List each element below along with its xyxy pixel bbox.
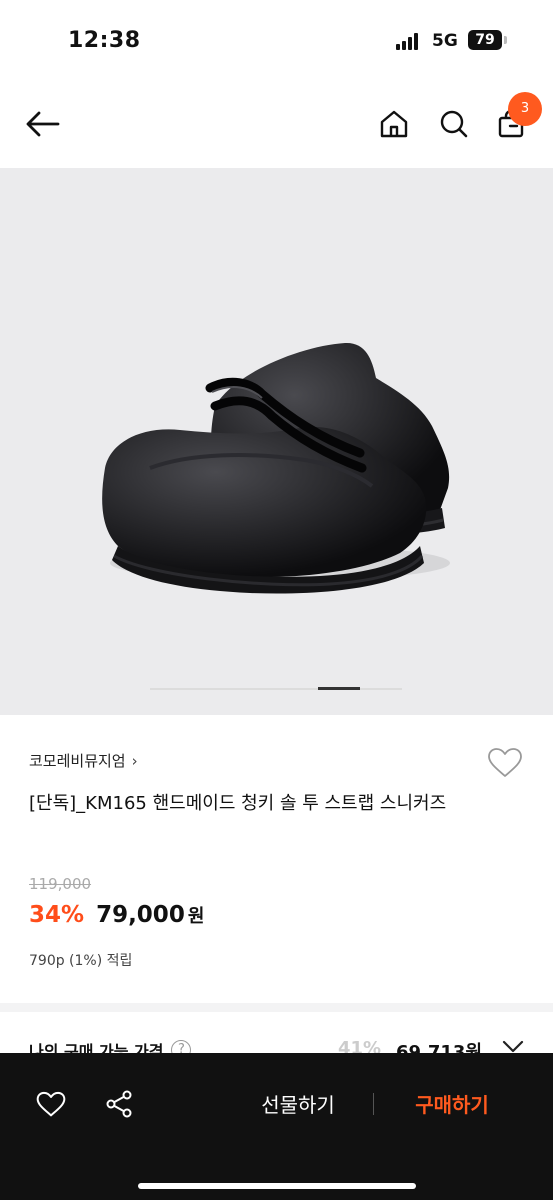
battery-tip bbox=[504, 36, 507, 44]
section-divider bbox=[0, 1003, 553, 1012]
original-price: 119,000 bbox=[29, 875, 92, 893]
back-button[interactable] bbox=[20, 102, 64, 146]
chevron-down-icon[interactable] bbox=[502, 1040, 524, 1054]
brand-name: 코모레비뮤지엄 bbox=[29, 752, 126, 770]
network-type: 5G bbox=[432, 31, 458, 51]
price-row: 34% 79,000 원 bbox=[29, 902, 204, 928]
share-icon bbox=[106, 1090, 132, 1118]
gift-button[interactable]: 선물하기 bbox=[240, 1085, 356, 1125]
search-button[interactable] bbox=[432, 102, 476, 146]
bar-divider bbox=[373, 1093, 374, 1115]
reward-points: 790p (1%) 적립 bbox=[29, 953, 133, 969]
brand-link[interactable]: 코모레비뮤지엄 › bbox=[29, 750, 138, 771]
back-arrow-icon bbox=[26, 111, 60, 137]
status-time: 12:38 bbox=[68, 28, 141, 53]
chevron-right-icon: › bbox=[131, 751, 138, 770]
heart-icon bbox=[36, 1091, 66, 1116]
product-name: [단독]_KM165 핸드메이드 청키 솔 투 스트랩 스니커즈 bbox=[29, 793, 447, 814]
buy-button[interactable]: 구매하기 bbox=[394, 1085, 510, 1125]
home-button[interactable] bbox=[372, 102, 416, 146]
battery-icon: 79 bbox=[468, 30, 502, 50]
black-mary-jane-sneakers-image bbox=[102, 342, 450, 594]
product-image-gallery[interactable] bbox=[0, 168, 553, 715]
home-icon bbox=[380, 110, 408, 138]
like-button[interactable] bbox=[30, 1083, 72, 1125]
sale-price-currency: 원 bbox=[187, 906, 205, 927]
nav-header: 3 bbox=[0, 84, 553, 168]
status-bar: 12:38 5G 79 bbox=[0, 0, 553, 84]
discount-rate: 34% bbox=[29, 902, 85, 928]
carousel-track bbox=[150, 687, 402, 690]
bottom-action-bar: 선물하기 구매하기 bbox=[0, 1053, 553, 1200]
carousel-indicator bbox=[318, 687, 360, 690]
search-icon bbox=[440, 110, 468, 138]
wishlist-button[interactable] bbox=[484, 742, 526, 784]
sale-price: 79,000 bbox=[96, 902, 185, 928]
signal-icon bbox=[396, 32, 422, 50]
cart-count-badge: 3 bbox=[508, 92, 542, 126]
share-button[interactable] bbox=[98, 1083, 140, 1125]
heart-outline-icon bbox=[488, 748, 522, 777]
home-indicator[interactable] bbox=[138, 1183, 416, 1189]
product-info: 코모레비뮤지엄 › [단독]_KM165 핸드메이드 청키 솔 투 스트랩 스니… bbox=[0, 715, 553, 1003]
